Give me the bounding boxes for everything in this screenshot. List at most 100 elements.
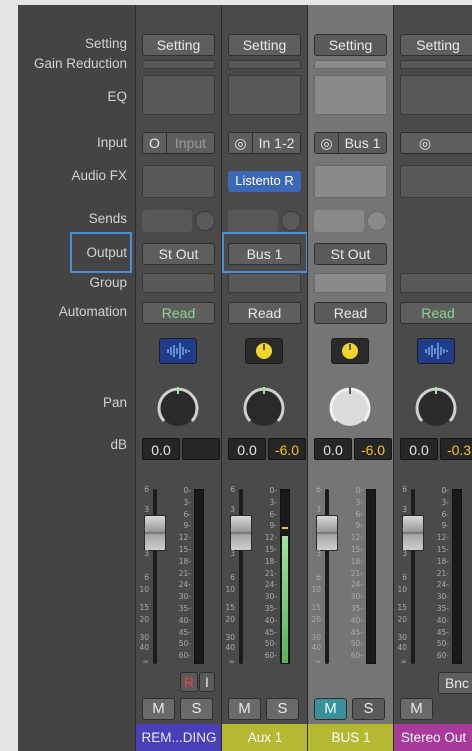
automation-mode-button[interactable]: Read xyxy=(228,302,301,324)
fader-scale-tick: 3 xyxy=(402,505,407,514)
eq-display[interactable] xyxy=(314,75,387,115)
mute-button[interactable]: M xyxy=(142,698,175,720)
volume-value[interactable]: 0.0 xyxy=(228,438,266,460)
input-label: In 1-2 xyxy=(258,135,295,151)
fader-scale-tick: 3 xyxy=(316,549,321,558)
group-slot[interactable] xyxy=(314,273,387,293)
fader-scale-tick: 3 xyxy=(230,505,235,514)
send-level-knob[interactable] xyxy=(281,211,301,231)
peak-hold-indicator xyxy=(282,527,288,529)
meter-scale-tick: 24- xyxy=(350,580,363,590)
gain-reduction-meter xyxy=(142,60,215,69)
input-slot[interactable]: ◎ Bus 1 xyxy=(314,132,387,154)
mute-button[interactable]: M xyxy=(400,698,433,720)
fader-scale-tick: 3 xyxy=(144,505,149,514)
channel-name[interactable]: BUS 1 xyxy=(308,724,394,751)
peak-value[interactable]: -6.0 xyxy=(268,438,306,460)
solo-button[interactable]: S xyxy=(180,698,213,720)
meter-scale-tick: 0- xyxy=(441,486,449,495)
fader-scale-tick: 10 xyxy=(397,585,407,594)
waveform-icon[interactable] xyxy=(159,338,197,364)
channel-name[interactable]: Stereo Out xyxy=(394,724,472,751)
waveform-icon[interactable] xyxy=(417,338,455,364)
power-knob-icon[interactable] xyxy=(245,338,283,364)
pan-knob[interactable] xyxy=(241,384,287,430)
audio-fx-slot[interactable] xyxy=(314,165,387,198)
stereo-link-icon[interactable]: ◎ xyxy=(315,133,339,153)
meter-scale-tick: 15- xyxy=(264,545,277,554)
eq-display[interactable] xyxy=(228,75,301,115)
label-gain-reduction: Gain Reduction xyxy=(33,56,127,71)
mute-button[interactable]: M xyxy=(314,698,347,720)
audio-fx-slot[interactable] xyxy=(400,165,472,198)
setting-button[interactable]: Setting xyxy=(142,34,215,56)
input-slot[interactable]: ◎ xyxy=(400,132,472,154)
eq-display[interactable] xyxy=(142,75,215,115)
input-slot[interactable]: O Input xyxy=(142,132,215,154)
level-meter xyxy=(366,489,376,664)
peak-value[interactable] xyxy=(182,438,220,460)
meter-scale-tick: 6- xyxy=(441,509,449,519)
setting-button[interactable]: Setting xyxy=(314,34,387,56)
stereo-link-icon[interactable]: ◎ xyxy=(401,133,449,153)
fader-scale-tick: 0 xyxy=(316,525,321,534)
send-slot[interactable] xyxy=(314,210,364,232)
meter-scale-tick: 3- xyxy=(269,497,277,507)
peak-value[interactable]: -6.0 xyxy=(354,438,392,460)
eq-display[interactable] xyxy=(400,75,472,115)
automation-mode-button[interactable]: Read xyxy=(314,302,387,324)
fader-scale-tick: 3 xyxy=(316,505,321,514)
volume-value[interactable]: 0.0 xyxy=(142,438,180,460)
pan-knob[interactable] xyxy=(413,384,459,430)
solo-button[interactable]: S xyxy=(352,698,385,720)
audio-fx-plugin-slot[interactable]: Listento R xyxy=(228,171,301,192)
mute-button[interactable]: M xyxy=(228,698,261,720)
output-button[interactable]: St Out xyxy=(142,243,215,265)
power-knob-icon[interactable] xyxy=(331,338,369,364)
fader-scale-tick: 6 xyxy=(230,485,235,494)
output-button[interactable]: St Out xyxy=(314,243,387,265)
automation-mode-button[interactable]: Read xyxy=(400,302,472,324)
volume-value[interactable]: 0.0 xyxy=(314,438,352,460)
meter-scale-tick: 21- xyxy=(178,568,191,578)
peak-value[interactable]: -0.3 xyxy=(440,438,472,460)
volume-value[interactable]: 0.0 xyxy=(400,438,438,460)
level-display: 0.0 -6.0 xyxy=(314,438,392,460)
send-slot[interactable] xyxy=(142,210,192,232)
send-level-knob[interactable] xyxy=(367,211,387,231)
input-mono-icon[interactable]: O xyxy=(143,133,167,153)
automation-mode-button[interactable]: Read xyxy=(142,302,215,324)
fader-scale-tick: 10 xyxy=(225,585,235,594)
channel-name[interactable]: Aux 1 xyxy=(222,724,308,751)
meter-scale-tick: 3- xyxy=(355,497,363,507)
channel-name[interactable]: REM...DING xyxy=(136,724,222,751)
meter-scale-tick: 45- xyxy=(178,627,191,637)
bounce-button[interactable]: Bnc xyxy=(438,672,472,694)
meter-scale-tick: 30- xyxy=(178,592,191,602)
meter-scale-tick: 6- xyxy=(355,509,363,519)
meter-scale-tick: 24- xyxy=(264,580,277,590)
group-slot[interactable] xyxy=(228,273,301,293)
meter-scale-tick: 21- xyxy=(350,568,363,578)
fader-scale-tick: 10 xyxy=(139,585,149,594)
record-enable-button[interactable]: R xyxy=(180,672,198,692)
fader-scale-tick: 6 xyxy=(402,485,407,494)
meter-scale-tick: 18- xyxy=(350,556,363,566)
input-slot[interactable]: ◎ In 1-2 xyxy=(228,132,301,154)
stereo-link-icon[interactable]: ◎ xyxy=(229,133,253,153)
meter-scale-tick: 0- xyxy=(183,486,191,495)
group-slot[interactable] xyxy=(400,273,472,293)
input-monitor-button[interactable]: I xyxy=(199,672,215,692)
setting-button[interactable]: Setting xyxy=(400,34,472,56)
meter-scale-tick: 3- xyxy=(441,497,449,507)
output-button[interactable]: Bus 1 xyxy=(228,243,301,265)
setting-button[interactable]: Setting xyxy=(228,34,301,56)
group-slot[interactable] xyxy=(142,273,215,293)
audio-fx-slot[interactable] xyxy=(142,165,215,198)
send-slot[interactable] xyxy=(228,210,278,232)
send-level-knob[interactable] xyxy=(195,211,215,231)
meter-scale-tick: 35- xyxy=(264,604,277,613)
solo-button[interactable]: S xyxy=(266,698,299,720)
pan-knob[interactable] xyxy=(327,384,373,430)
pan-knob[interactable] xyxy=(155,384,201,430)
